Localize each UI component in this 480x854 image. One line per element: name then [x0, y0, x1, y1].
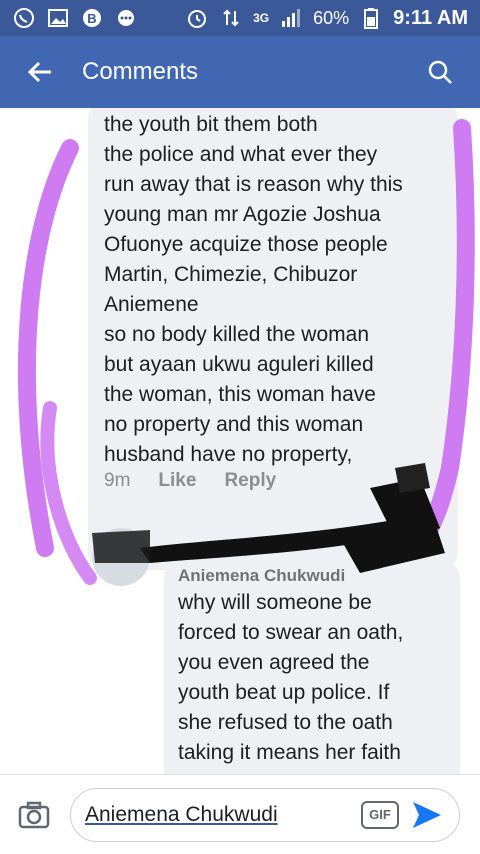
reply-author-name[interactable]: Aniemena Chukwudi — [178, 566, 446, 588]
comment-input-bar: Aniemena Chukwudi GIF — [0, 774, 480, 854]
camera-button[interactable] — [12, 793, 56, 837]
alarm-icon — [185, 6, 209, 30]
gallery-icon — [46, 6, 70, 30]
gif-button[interactable]: GIF — [361, 800, 399, 829]
battery-percent: 60% — [313, 7, 350, 28]
camera-icon — [18, 801, 50, 828]
search-button[interactable] — [418, 50, 462, 94]
arrow-left-icon — [27, 61, 51, 83]
send-button[interactable] — [409, 797, 445, 833]
app-b-icon: B — [80, 6, 104, 30]
page-title: Comments — [82, 58, 199, 85]
app-header: Comments — [0, 36, 480, 108]
comment-input-text[interactable]: Aniemena Chukwudi — [85, 803, 361, 827]
battery-icon — [359, 6, 383, 30]
comments-list[interactable]: the youth bit them both the police and w… — [0, 108, 480, 774]
data-transfer-icon — [219, 6, 243, 30]
status-bar: B 3G 60% 9:11 AM — [0, 0, 480, 36]
signal-icon — [279, 6, 303, 30]
chat-icon — [114, 6, 138, 30]
svg-text:B: B — [87, 11, 96, 26]
clock: 9:11 AM — [393, 6, 468, 29]
reply-bubble: Aniemena Chukwudi why will someone be fo… — [164, 560, 460, 774]
avatar[interactable] — [92, 528, 150, 586]
whatsapp-icon — [12, 6, 36, 30]
comment-input[interactable]: Aniemena Chukwudi GIF — [70, 787, 460, 842]
comment-actions: 9m Like Reply — [104, 470, 276, 492]
like-button[interactable]: Like — [158, 470, 196, 492]
send-icon — [413, 801, 441, 828]
reply-button[interactable]: Reply — [224, 470, 276, 492]
network-type: 3G — [253, 11, 270, 25]
back-button[interactable] — [18, 50, 62, 94]
comment-bubble: the youth bit them both the police and w… — [88, 108, 458, 570]
reply-text: why will someone be forced to swear an o… — [178, 591, 404, 764]
search-icon — [428, 60, 452, 84]
comment-text: the youth bit them both the police and w… — [104, 113, 403, 466]
comment-timestamp: 9m — [104, 470, 131, 491]
